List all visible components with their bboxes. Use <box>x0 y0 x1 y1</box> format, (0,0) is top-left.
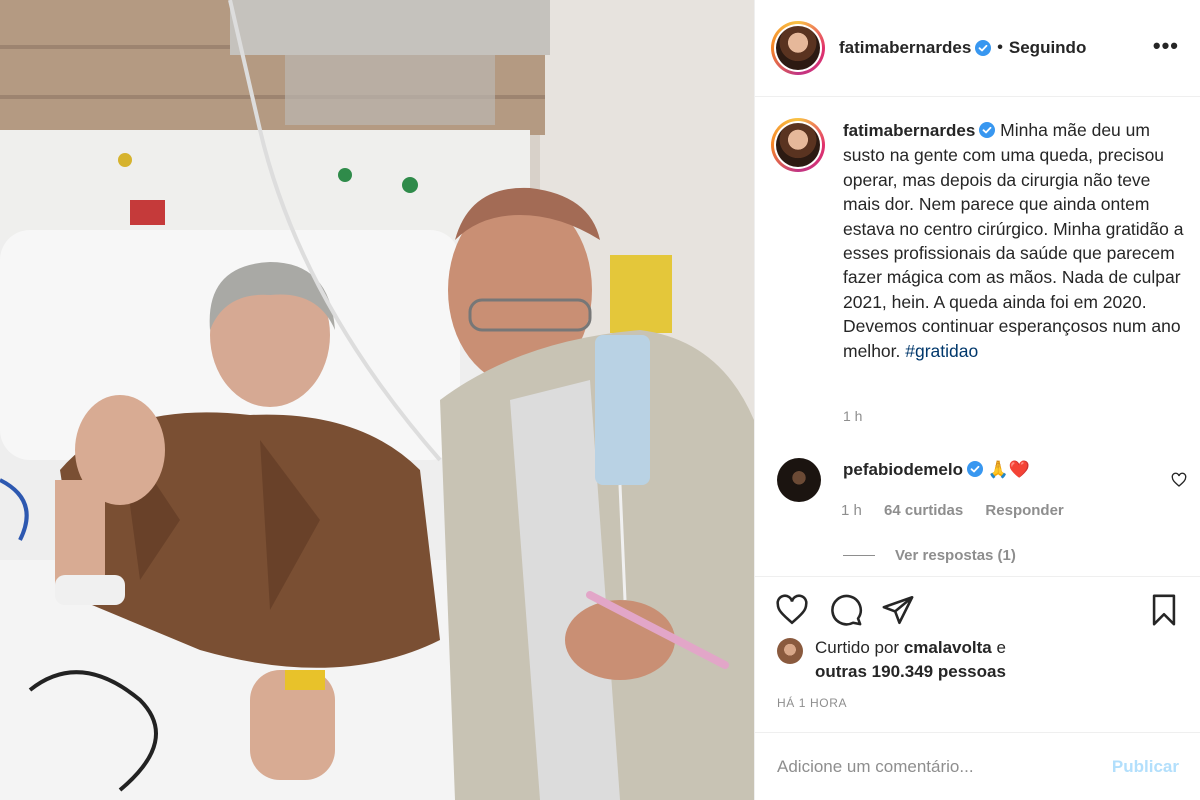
photo-illustration <box>0 0 754 800</box>
following-button[interactable]: Seguindo <box>1009 38 1086 58</box>
comment-meta: 1 h 64 curtidas Responder <box>841 502 1082 519</box>
caption-hashtag[interactable]: #gratidao <box>905 341 978 361</box>
instagram-post-window: fatimabernardes • Seguindo ••• fatimaber… <box>0 0 1200 800</box>
author-avatar[interactable] <box>771 21 825 75</box>
comment-time: 1 h <box>841 502 862 519</box>
likes-conj: e <box>996 638 1006 657</box>
likes-summary: Curtido por cmalavolta e outras 190.349 … <box>777 636 1006 684</box>
caption-body: Minha mãe deu um susto na gente com uma … <box>843 120 1184 361</box>
heart-icon[interactable] <box>775 593 809 627</box>
share-icon[interactable] <box>881 593 915 627</box>
post-header: fatimabernardes • Seguindo ••• <box>755 0 1200 97</box>
verified-icon <box>975 40 992 56</box>
likes-text: Curtido por cmalavolta e outras 190.349 … <box>815 636 1006 684</box>
header-info: fatimabernardes • Seguindo <box>839 38 1086 58</box>
comment-text: pefabiodemelo 🙏❤️ <box>843 458 1030 502</box>
view-replies-button[interactable]: Ver respostas (1) <box>843 547 1016 564</box>
heart-icon[interactable] <box>1171 472 1187 488</box>
replies-divider <box>843 555 875 556</box>
post-timestamp[interactable]: HÁ 1 HORA <box>777 696 847 710</box>
caption-username[interactable]: fatimabernardes <box>843 121 975 140</box>
bookmark-icon[interactable] <box>1147 593 1181 627</box>
comment-likes[interactable]: 64 curtidas <box>884 502 963 519</box>
publish-button[interactable]: Publicar <box>1112 757 1179 777</box>
likes-prefix: Curtido por <box>815 638 900 657</box>
liker-username[interactable]: cmalavolta <box>904 638 992 657</box>
caption-time: 1 h <box>843 408 863 424</box>
more-icon[interactable]: ••• <box>1153 35 1179 57</box>
likes-others[interactable]: outras 190.349 pessoas <box>815 662 1006 681</box>
post-actions: Curtido por cmalavolta e outras 190.349 … <box>755 576 1200 732</box>
post-caption: fatimabernardes Minha mãe deu um susto n… <box>771 118 1191 363</box>
reply-button[interactable]: Responder <box>985 502 1063 519</box>
comment-input[interactable] <box>777 756 1112 777</box>
caption-avatar[interactable] <box>771 118 825 172</box>
add-comment-bar: Publicar <box>755 732 1200 800</box>
header-separator: • <box>997 39 1003 56</box>
comment-emoji: 🙏❤️ <box>987 460 1031 479</box>
view-replies-label: Ver respostas (1) <box>895 547 1016 564</box>
verified-icon <box>979 122 996 138</box>
author-username[interactable]: fatimabernardes <box>839 38 971 58</box>
verified-icon <box>966 461 983 477</box>
post-sidebar: fatimabernardes • Seguindo ••• fatimaber… <box>754 0 1200 800</box>
liker-avatar[interactable] <box>777 638 803 664</box>
commenter-avatar[interactable] <box>777 458 821 502</box>
post-photo[interactable] <box>0 0 754 800</box>
comment-icon[interactable] <box>829 593 863 627</box>
caption-text: fatimabernardes Minha mãe deu um susto n… <box>843 118 1191 363</box>
commenter-username[interactable]: pefabiodemelo <box>843 460 963 479</box>
comment-item: pefabiodemelo 🙏❤️ 1 h 64 curtidas Respon… <box>777 458 1187 519</box>
